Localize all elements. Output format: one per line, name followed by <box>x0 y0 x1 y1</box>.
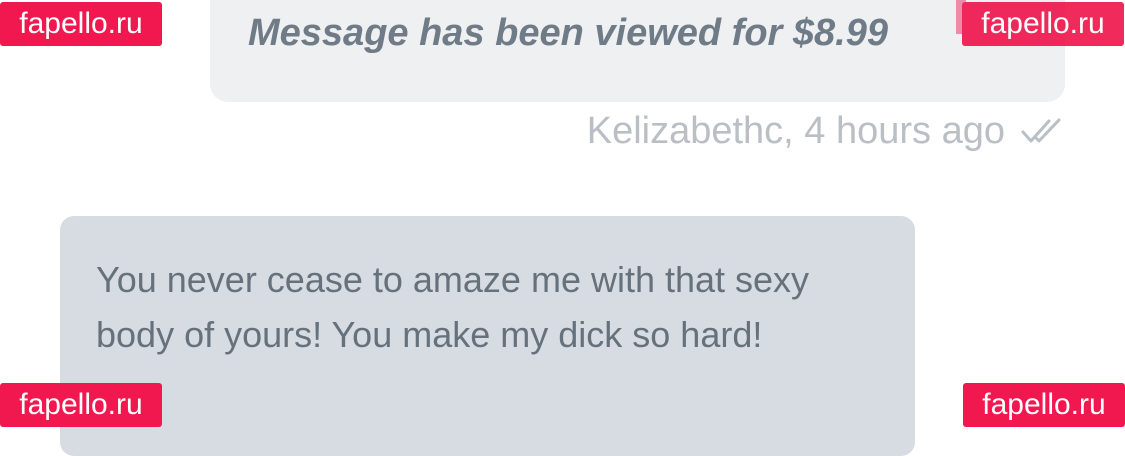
watermark-top-right-text: fapello.ru <box>981 7 1105 40</box>
message-meta: Kelizabethc, 4 hours ago <box>587 106 1063 156</box>
double-check-icon <box>1021 118 1061 143</box>
watermark-ghost <box>956 0 966 34</box>
incoming-message-bubble: You never cease to amaze me with that se… <box>60 216 915 456</box>
incoming-message-text: You never cease to amaze me with that se… <box>96 259 810 355</box>
watermark-top-left: fapello.ru <box>0 2 162 46</box>
message-sender-time: Kelizabethc, 4 hours ago <box>586 109 1005 152</box>
outgoing-message-bubble: Message has been viewed for $8.99 <box>210 0 1065 102</box>
watermark-bottom-right: fapello.ru <box>963 383 1125 427</box>
watermark-top-right: fapello.ru <box>956 0 1124 46</box>
watermark-bottom-left: fapello.ru <box>0 383 162 427</box>
outgoing-message-text: Message has been viewed for $8.99 <box>248 12 888 54</box>
